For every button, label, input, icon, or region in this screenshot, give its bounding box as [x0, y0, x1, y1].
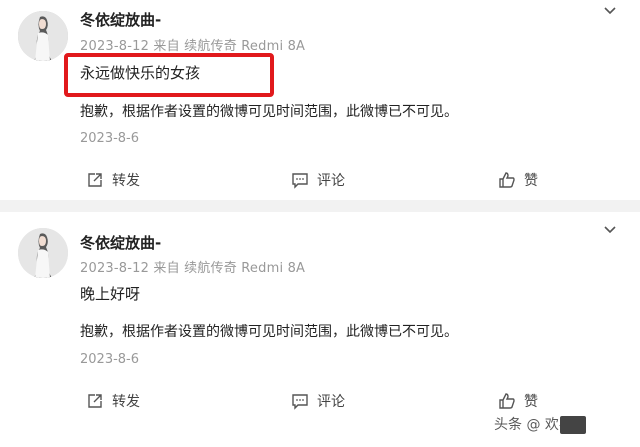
post-card-2: 冬依绽放曲- 2023-8-12 来自 续航传奇 Redmi 8A 晚上好呀 抱…	[0, 212, 640, 447]
chevron-down-icon[interactable]	[602, 222, 618, 238]
post-card-1: 冬依绽放曲- 2023-8-12 来自 续航传奇 Redmi 8A 永远做快乐的…	[0, 0, 640, 200]
comment-icon	[291, 392, 309, 410]
repost-button[interactable]: 转发	[86, 165, 140, 195]
comment-label: 评论	[317, 394, 345, 410]
avatar[interactable]	[18, 11, 68, 61]
like-icon	[498, 392, 516, 410]
repost-label: 转发	[112, 394, 140, 410]
unavailable-notice: 抱歉，根据作者设置的微博可见时间范围，此微博已不可见。	[80, 324, 458, 340]
post-text: 晚上好呀	[80, 285, 141, 303]
post-date: 2023-8-6	[80, 131, 140, 146]
username[interactable]: 冬依绽放曲-	[80, 9, 161, 30]
like-label: 赞	[524, 173, 538, 189]
highlight-box	[64, 53, 274, 97]
post-date: 2023-8-6	[80, 352, 140, 367]
comment-button[interactable]: 评论	[291, 386, 345, 416]
post-meta: 2023-8-12 来自 续航传奇 Redmi 8A	[80, 261, 306, 276]
comment-icon	[291, 171, 309, 189]
like-button[interactable]: 赞	[498, 386, 538, 416]
like-icon	[498, 171, 516, 189]
chevron-down-icon[interactable]	[602, 3, 618, 19]
username[interactable]: 冬依绽放曲-	[80, 232, 161, 253]
action-bar: 转发 评论 赞	[0, 386, 640, 416]
action-bar: 转发 评论 赞	[0, 165, 640, 195]
watermark-mask	[560, 416, 586, 434]
like-label: 赞	[524, 394, 538, 410]
comment-button[interactable]: 评论	[291, 165, 345, 195]
repost-icon	[86, 171, 104, 189]
post-meta: 2023-8-12 来自 续航传奇 Redmi 8A	[80, 39, 306, 54]
like-button[interactable]: 赞	[498, 165, 538, 195]
repost-button[interactable]: 转发	[86, 386, 140, 416]
repost-icon	[86, 392, 104, 410]
comment-label: 评论	[317, 173, 345, 189]
unavailable-notice: 抱歉，根据作者设置的微博可见时间范围，此微博已不可见。	[80, 104, 458, 120]
avatar[interactable]	[18, 228, 68, 278]
repost-label: 转发	[112, 173, 140, 189]
